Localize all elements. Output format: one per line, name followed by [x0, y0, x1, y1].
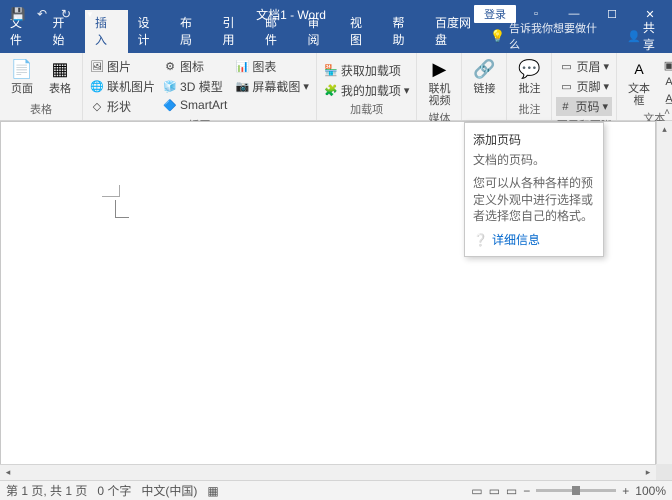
comment-button[interactable]: 💬批注	[511, 55, 547, 97]
group-media: ▶联机视频 媒体	[417, 53, 462, 120]
scroll-left-icon[interactable]: ◂	[0, 465, 16, 480]
footer-button[interactable]: ▭页脚 ▾	[556, 77, 612, 96]
smartart-button[interactable]: 🔷SmartArt	[160, 97, 230, 113]
page-corner-mark	[102, 185, 120, 197]
group-illustrations: 🖼图片 🌐联机图片 ◇形状 ⚙图标 🧊3D 模型 🔷SmartArt 📊图表 📷…	[83, 53, 317, 120]
view-print-icon[interactable]: ▭	[489, 484, 500, 498]
help-icon: ❔	[473, 233, 488, 247]
page-number-button[interactable]: #页码 ▾	[556, 97, 612, 116]
zoom-in-icon[interactable]: +	[622, 484, 629, 498]
shapes-button[interactable]: ◇形状	[87, 97, 158, 116]
tab-baidu[interactable]: 百度网盘	[425, 10, 490, 53]
my-addins-button[interactable]: 🧩我的加载项 ▾	[321, 81, 413, 100]
zoom-slider[interactable]	[536, 489, 616, 492]
tooltip-title: 添加页码	[473, 131, 595, 148]
group-label: 批注	[511, 100, 547, 118]
horizontal-scrollbar[interactable]: ◂ ▸	[0, 464, 656, 480]
bulb-icon: 💡	[490, 29, 505, 43]
group-label: 表格	[4, 100, 78, 118]
collapse-ribbon-icon[interactable]: ˄	[664, 107, 670, 118]
page-indicator[interactable]: 第 1 页, 共 1 页	[6, 482, 87, 499]
group-label: 加载项	[321, 100, 413, 118]
word-count[interactable]: 0 个字	[97, 482, 131, 499]
statusbar: 第 1 页, 共 1 页 0 个字 中文(中国) ▦ ▭ ▭ ▭ − + 100…	[0, 480, 672, 500]
tab-references[interactable]: 引用	[213, 10, 256, 53]
tab-mailings[interactable]: 邮件	[255, 10, 298, 53]
ribbon: 📄页面 ▦表格 表格 🖼图片 🌐联机图片 ◇形状 ⚙图标 🧊3D 模型 🔷Sma…	[0, 53, 672, 121]
language-indicator[interactable]: 中文(中国)	[141, 482, 197, 499]
page-number-tooltip: 添加页码 文档的页码。 您可以从各种各样的预定义外观中进行选择或者选择您自己的格…	[464, 122, 604, 257]
links-button[interactable]: 🔗链接	[466, 55, 502, 97]
online-pictures-button[interactable]: 🌐联机图片	[87, 77, 158, 96]
online-video-button[interactable]: ▶联机视频	[421, 55, 457, 109]
redo-icon[interactable]: ↻	[56, 4, 76, 24]
tab-review[interactable]: 审阅	[298, 10, 341, 53]
tab-view[interactable]: 视图	[340, 10, 383, 53]
chart-button[interactable]: 📊图表	[232, 57, 312, 76]
text-cursor	[115, 200, 129, 218]
header-button[interactable]: ▭页眉 ▾	[556, 57, 612, 76]
tab-design[interactable]: 设计	[128, 10, 171, 53]
tell-me-input[interactable]: 告诉我你想要做什么	[509, 20, 601, 52]
group-pages: 📄页面 ▦表格 表格	[0, 53, 83, 120]
zoom-level[interactable]: 100%	[635, 484, 666, 498]
group-addins: 🏪获取加载项 🧩我的加载项 ▾ 加载项	[317, 53, 418, 120]
undo-icon[interactable]: ↶	[32, 4, 52, 24]
zoom-out-icon[interactable]: −	[523, 484, 530, 498]
get-addins-button[interactable]: 🏪获取加载项	[321, 61, 413, 80]
icons-button[interactable]: ⚙图标	[160, 57, 230, 76]
tab-layout[interactable]: 布局	[170, 10, 213, 53]
quickparts-button[interactable]: ▣▾	[659, 57, 672, 73]
tooltip-body2: 您可以从各种各样的预定义外观中进行选择或者选择您自己的格式。	[473, 175, 595, 225]
share-button[interactable]: 👤 共享	[627, 19, 664, 53]
save-icon[interactable]: 💾	[8, 4, 28, 24]
tooltip-body1: 文档的页码。	[473, 152, 595, 169]
pictures-button[interactable]: 🖼图片	[87, 57, 158, 76]
screenshot-button[interactable]: 📷屏幕截图 ▾	[232, 77, 312, 96]
dropcap-button[interactable]: A̲▾	[659, 91, 672, 107]
vertical-scrollbar[interactable]: ▴	[656, 121, 672, 464]
group-label	[466, 104, 502, 118]
tables-button[interactable]: ▦表格	[42, 55, 78, 97]
cover-page-button[interactable]: 📄页面	[4, 55, 40, 97]
textbox-button[interactable]: A文本框	[621, 55, 657, 109]
macro-icon[interactable]: ▦	[207, 484, 218, 498]
view-web-icon[interactable]: ▭	[506, 484, 517, 498]
group-header-footer: ▭页眉 ▾ ▭页脚 ▾ #页码 ▾ 页眉和页脚	[552, 53, 617, 120]
scroll-right-icon[interactable]: ▸	[640, 465, 656, 480]
qat-dropdown-icon[interactable]: ▼	[80, 4, 100, 24]
tooltip-more-link[interactable]: ❔详细信息	[473, 231, 595, 248]
3d-models-button[interactable]: 🧊3D 模型	[160, 77, 230, 96]
view-readmode-icon[interactable]: ▭	[471, 484, 482, 498]
wordart-button[interactable]: A▾	[659, 74, 672, 90]
scroll-up-icon[interactable]: ▴	[657, 121, 672, 137]
group-links: 🔗链接	[462, 53, 507, 120]
group-comments: 💬批注 批注	[507, 53, 552, 120]
tab-help[interactable]: 帮助	[383, 10, 426, 53]
ribbon-tabs: 文件 开始 插入 设计 布局 引用 邮件 审阅 视图 帮助 百度网盘 💡 告诉我…	[0, 28, 672, 53]
